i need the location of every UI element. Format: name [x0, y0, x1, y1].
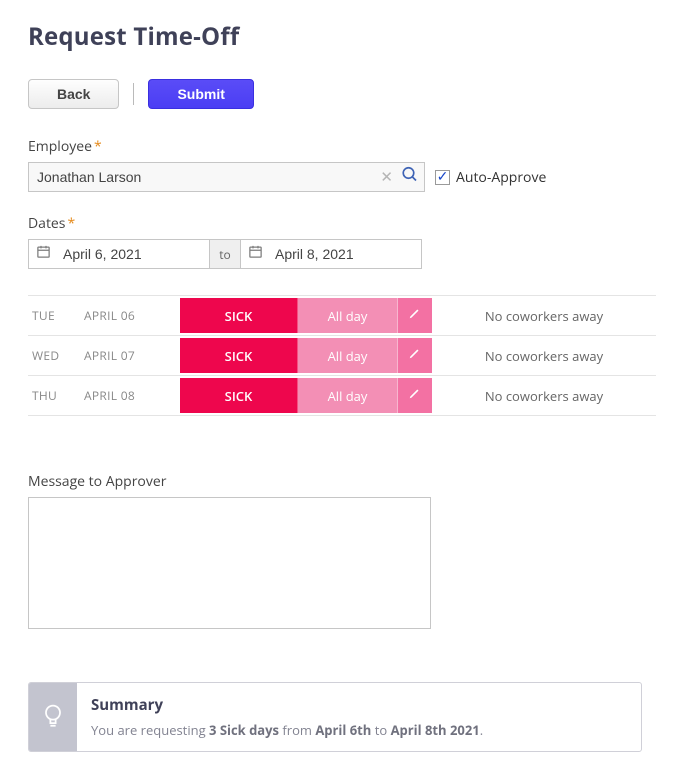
- day-date: APRIL 06: [84, 296, 180, 335]
- dates-field: Dates* to: [28, 214, 656, 269]
- calendar-icon: [36, 244, 51, 264]
- message-label: Message to Approver: [28, 472, 656, 491]
- summary-text: You are requesting 3 Sick days from Apri…: [91, 721, 483, 739]
- clear-icon[interactable]: ✕: [380, 167, 393, 187]
- duration-cell[interactable]: All day: [298, 378, 398, 413]
- divider: [133, 83, 134, 105]
- required-mark: *: [67, 214, 75, 233]
- edit-day-button[interactable]: [398, 378, 432, 413]
- message-field: Message to Approver: [28, 472, 656, 682]
- table-row: THU APRIL 08 SICK All day No coworkers a…: [28, 376, 656, 416]
- coworkers-away: No coworkers away: [432, 376, 656, 415]
- leave-type-cell[interactable]: SICK: [180, 298, 298, 333]
- dates-label: Dates*: [28, 214, 656, 233]
- edit-day-button[interactable]: [398, 298, 432, 333]
- calendar-icon: [248, 244, 263, 264]
- date-to-input[interactable]: [240, 239, 422, 269]
- table-row: TUE APRIL 06 SICK All day No coworkers a…: [28, 296, 656, 336]
- leave-type-cell[interactable]: SICK: [180, 338, 298, 373]
- search-icon[interactable]: [401, 166, 419, 189]
- auto-approve-label: Auto-Approve: [456, 168, 546, 187]
- leave-type-cell[interactable]: SICK: [180, 378, 298, 413]
- duration-cell[interactable]: All day: [298, 338, 398, 373]
- summary-panel: Summary You are requesting 3 Sick days f…: [28, 682, 642, 752]
- to-separator: to: [210, 239, 240, 269]
- page-title: Request Time-Off: [28, 20, 656, 53]
- employee-input[interactable]: [28, 162, 425, 192]
- back-button[interactable]: Back: [28, 79, 119, 109]
- table-row: WED APRIL 07 SICK All day No coworkers a…: [28, 336, 656, 376]
- employee-label: Employee*: [28, 137, 656, 156]
- duration-cell[interactable]: All day: [298, 298, 398, 333]
- actions-bar: Back Submit: [28, 79, 656, 109]
- pencil-icon: [408, 346, 422, 365]
- edit-day-button[interactable]: [398, 338, 432, 373]
- day-of-week: WED: [28, 336, 84, 375]
- employee-field: Employee* ✕ ✓ Auto-Approve: [28, 137, 656, 192]
- message-textarea[interactable]: [28, 497, 431, 629]
- lightbulb-icon: [29, 683, 77, 751]
- coworkers-away: No coworkers away: [432, 336, 656, 375]
- pencil-icon: [408, 306, 422, 325]
- check-icon: ✓: [437, 170, 449, 184]
- day-date: APRIL 07: [84, 336, 180, 375]
- pencil-icon: [408, 386, 422, 405]
- required-mark: *: [94, 137, 102, 156]
- day-of-week: THU: [28, 376, 84, 415]
- summary-title: Summary: [91, 695, 483, 715]
- days-table: TUE APRIL 06 SICK All day No coworkers a…: [28, 295, 656, 416]
- dates-label-text: Dates: [28, 214, 65, 233]
- day-date: APRIL 08: [84, 376, 180, 415]
- coworkers-away: No coworkers away: [432, 296, 656, 335]
- submit-button[interactable]: Submit: [148, 79, 253, 109]
- auto-approve-checkbox[interactable]: ✓ Auto-Approve: [435, 168, 546, 187]
- date-from-input[interactable]: [28, 239, 210, 269]
- day-of-week: TUE: [28, 296, 84, 335]
- employee-label-text: Employee: [28, 137, 92, 156]
